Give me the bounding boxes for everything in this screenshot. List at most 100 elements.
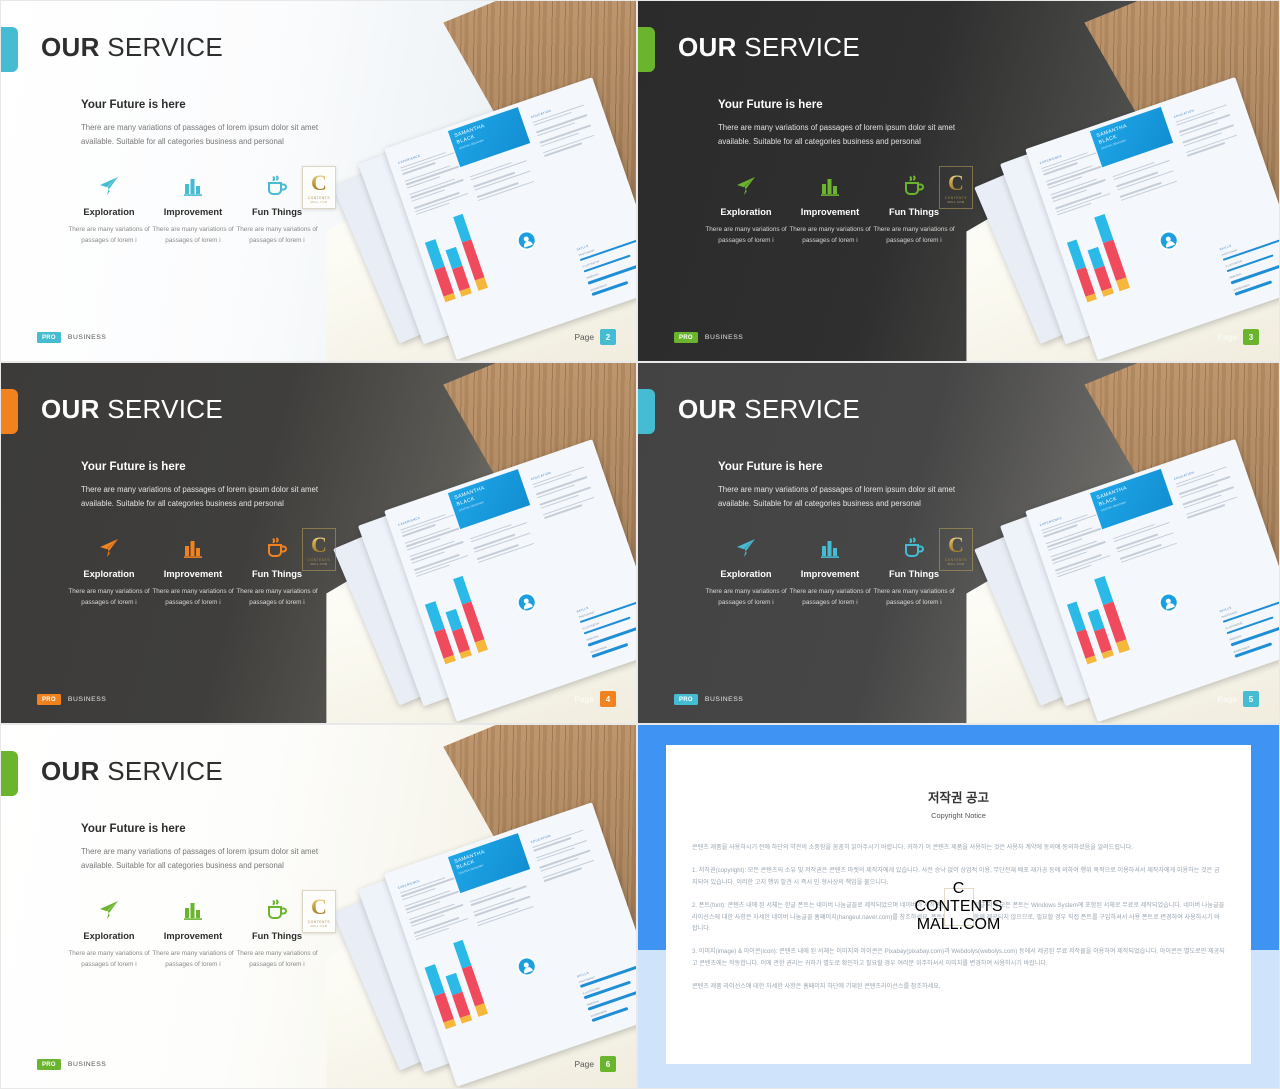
contents-watermark: C CONTENTS MALL.COM — [302, 528, 336, 571]
c-logo-glyph: C — [311, 893, 327, 919]
watermark-line-1: CONTENTS — [307, 557, 331, 562]
feature-icon-wrap — [704, 533, 788, 563]
bar-chart-icon — [821, 179, 839, 196]
feature-item[interactable]: Exploration There are many variations of … — [67, 895, 151, 970]
footer-pagination: Page 3 — [1217, 329, 1259, 345]
feature-item[interactable]: Improvement There are many variations of … — [151, 895, 235, 970]
feature-icon-wrap — [67, 533, 151, 563]
resume-avatar-icon — [516, 956, 537, 977]
page-word-label: Page — [574, 1059, 594, 1069]
feature-description: There are many variations of passages of… — [873, 226, 955, 244]
feature-description: There are many variations of passages of… — [705, 226, 787, 244]
accent-tab — [1, 751, 18, 796]
coffee-cup-icon — [268, 537, 287, 557]
watermark-line-2: MALL.COM — [947, 562, 965, 566]
feature-list: Exploration There are many variations of … — [67, 895, 319, 970]
resume-detail-column — [1112, 515, 1190, 569]
feature-description: There are many variations of passages of… — [152, 950, 234, 968]
watermark-line-2: MALL.COM — [916, 915, 1001, 933]
slide-page-4[interactable]: EXPERIENCE SAMANTHA BLACK GRAPHIC DESIGN… — [0, 362, 637, 724]
accent-tab — [638, 389, 655, 434]
watermark-line-1: CONTENTS — [307, 195, 331, 200]
brand-label: BUSINESS — [704, 696, 744, 703]
section-subheading: Your Future is here — [81, 99, 186, 111]
paper-plane-icon — [737, 177, 755, 195]
desk-photo-composition: EXPERIENCE SAMANTHA BLACK GRAPHIC DESIGN… — [326, 1, 636, 361]
feature-item[interactable]: Improvement There are many variations of … — [151, 171, 235, 246]
accent-tab — [638, 27, 655, 72]
section-subheading: Your Future is here — [81, 823, 186, 835]
feature-description: There are many variations of passages of… — [873, 588, 955, 606]
accent-tab — [1, 389, 18, 434]
page-word-label: Page — [1217, 694, 1237, 704]
pro-badge: PRO — [37, 694, 61, 705]
section-description: There are many variations of passages of… — [718, 123, 956, 146]
slide-page-2[interactable]: EXPERIENCE SAMANTHA BLACK GRAPHIC DESIGN… — [0, 0, 637, 362]
paper-plane-icon — [737, 539, 755, 557]
footer-brand: PRO BUSINESS — [674, 332, 743, 343]
accent-tab — [1, 27, 18, 72]
c-logo-glyph: C — [311, 169, 327, 195]
feature-icon-wrap — [788, 171, 872, 201]
bar-chart-icon — [821, 541, 839, 558]
section-description: There are many variations of passages of… — [81, 485, 319, 508]
footer-brand: PRO BUSINESS — [37, 694, 106, 705]
feature-item[interactable]: Exploration There are many variations of … — [704, 533, 788, 608]
brand-label: BUSINESS — [67, 696, 107, 703]
feature-item[interactable]: Exploration There are many variations of … — [67, 171, 151, 246]
page-title-bold: OUR — [41, 756, 100, 786]
footer-pagination: Page 2 — [574, 329, 616, 345]
watermark-line-1: CONTENTS — [944, 195, 968, 200]
coffee-cup-icon — [905, 537, 924, 557]
section-description: There are many variations of passages of… — [81, 847, 319, 870]
page-title-light: SERVICE — [99, 394, 223, 424]
watermark-line-2: MALL.COM — [310, 562, 328, 566]
resume-skills-block: SKILLS PHOTOSHOP ILLUSTRATOR INDESIGN WO… — [577, 589, 636, 663]
resume-skills-block: SKILLS PHOTOSHOP ILLUSTRATOR INDESIGN WO… — [577, 953, 636, 1027]
feature-list: Exploration There are many variations of … — [704, 171, 956, 246]
feature-description: There are many variations of passages of… — [68, 226, 150, 244]
feature-item[interactable]: Improvement There are many variations of … — [788, 171, 872, 246]
slide-page-6[interactable]: EXPERIENCE SAMANTHA BLACK GRAPHIC DESIGN… — [0, 724, 637, 1089]
page-number-badge: 4 — [600, 691, 616, 707]
feature-description: There are many variations of passages of… — [152, 226, 234, 244]
slide-page-3[interactable]: EXPERIENCE SAMANTHA BLACK GRAPHIC DESIGN… — [637, 0, 1280, 362]
feature-icon-wrap — [788, 533, 872, 563]
contents-watermark: C CONTENTS MALL.COM — [302, 890, 336, 933]
slide-copyright[interactable]: 저작권 공고 Copyright Notice 콘텐츠 제품을 사용하시기 전에 하… — [637, 724, 1280, 1089]
feature-description: There are many variations of passages of… — [789, 226, 871, 244]
feature-item[interactable]: Exploration There are many variations of … — [704, 171, 788, 246]
page-number-badge: 3 — [1243, 329, 1259, 345]
page-title: OUR SERVICE — [41, 756, 223, 787]
page-title-bold: OUR — [41, 32, 100, 62]
slide-page-5[interactable]: EXPERIENCE SAMANTHA BLACK GRAPHIC DESIGN… — [637, 362, 1280, 724]
feature-item[interactable]: Improvement There are many variations of … — [151, 533, 235, 608]
pro-badge: PRO — [37, 1059, 61, 1070]
footer-pagination: Page 6 — [574, 1056, 616, 1072]
page-title-light: SERVICE — [736, 394, 860, 424]
feature-title: Exploration — [83, 569, 135, 579]
feature-description: There are many variations of passages of… — [789, 588, 871, 606]
page-title-bold: OUR — [678, 394, 737, 424]
contents-watermark: C CONTENTS MALL.COM — [939, 166, 973, 209]
copyright-paragraph: 3. 이미지(image) & 아이콘(icon): 콘텐츠 내에 된 서체는 … — [692, 948, 1225, 968]
coffee-cup-icon — [905, 175, 924, 195]
resume-skills-block: SKILLS PHOTOSHOP ILLUSTRATOR INDESIGN WO… — [1219, 588, 1279, 662]
feature-description: There are many variations of passages of… — [236, 226, 318, 244]
feature-icon-wrap — [704, 171, 788, 201]
resume-avatar-icon — [1158, 592, 1179, 613]
feature-icon-wrap — [151, 533, 235, 563]
watermark-line-2: MALL.COM — [310, 200, 328, 204]
watermark-line-2: MALL.COM — [947, 200, 965, 204]
feature-item[interactable]: Exploration There are many variations of … — [67, 533, 151, 608]
feature-item[interactable]: Improvement There are many variations of … — [788, 533, 872, 608]
coffee-cup-icon — [268, 899, 287, 919]
pro-badge: PRO — [37, 332, 61, 343]
footer-pagination: Page 5 — [1217, 691, 1259, 707]
resume-education-column: EDUCATION — [531, 94, 608, 162]
page-title-light: SERVICE — [99, 32, 223, 62]
feature-title: Exploration — [83, 207, 135, 217]
slide-deck-grid: EXPERIENCE SAMANTHA BLACK GRAPHIC DESIGN… — [0, 0, 1280, 1089]
copyright-title-ko: 저작권 공고 — [928, 791, 989, 805]
feature-title: Exploration — [720, 569, 772, 579]
